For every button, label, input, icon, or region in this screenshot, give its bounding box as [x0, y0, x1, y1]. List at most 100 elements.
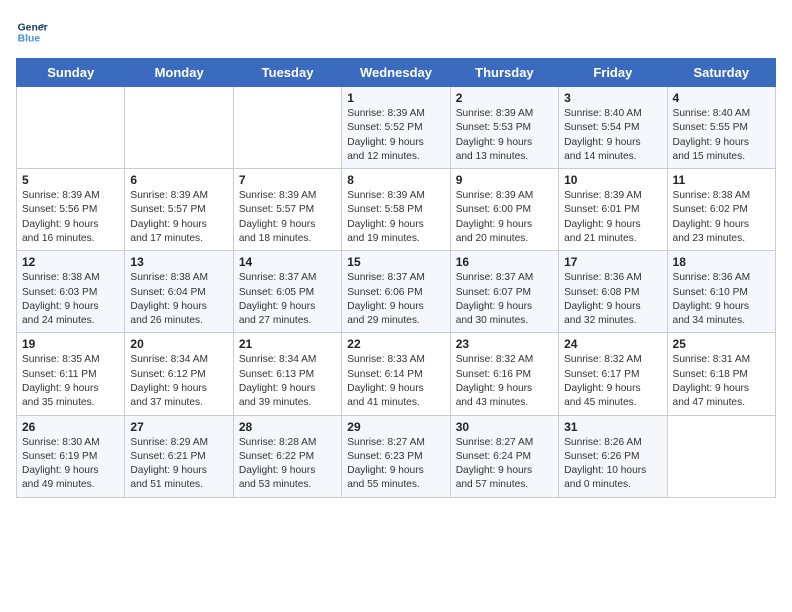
calendar-cell	[667, 415, 775, 497]
day-number: 16	[456, 255, 553, 269]
calendar-cell	[125, 87, 233, 169]
calendar-cell: 30 Sunrise: 8:27 AM Sunset: 6:24 PM Dayli…	[450, 415, 558, 497]
calendar-cell: 14 Sunrise: 8:37 AM Sunset: 6:05 PM Dayli…	[233, 251, 341, 333]
cell-content: Sunrise: 8:35 AM Sunset: 6:11 PM Dayligh…	[22, 353, 119, 410]
day-number: 26	[22, 420, 119, 434]
cell-content: Sunrise: 8:34 AM Sunset: 6:12 PM Dayligh…	[130, 353, 227, 410]
cell-content: Sunrise: 8:31 AM Sunset: 6:18 PM Dayligh…	[673, 353, 770, 410]
day-number: 25	[673, 337, 770, 351]
calendar-week-row: 12 Sunrise: 8:38 AM Sunset: 6:03 PM Dayli…	[17, 251, 776, 333]
weekday-header-sunday: Sunday	[17, 59, 125, 87]
cell-content: Sunrise: 8:26 AM Sunset: 6:26 PM Dayligh…	[564, 436, 661, 493]
day-number: 2	[456, 91, 553, 105]
day-number: 30	[456, 420, 553, 434]
day-number: 19	[22, 337, 119, 351]
day-number: 24	[564, 337, 661, 351]
cell-content: Sunrise: 8:38 AM Sunset: 6:04 PM Dayligh…	[130, 271, 227, 328]
weekday-header-thursday: Thursday	[450, 59, 558, 87]
day-number: 13	[130, 255, 227, 269]
svg-text:Blue: Blue	[18, 34, 41, 45]
day-number: 29	[347, 420, 444, 434]
calendar-cell: 23 Sunrise: 8:32 AM Sunset: 6:16 PM Dayli…	[450, 333, 558, 415]
cell-content: Sunrise: 8:37 AM Sunset: 6:07 PM Dayligh…	[456, 271, 553, 328]
day-number: 17	[564, 255, 661, 269]
day-number: 9	[456, 173, 553, 187]
cell-content: Sunrise: 8:27 AM Sunset: 6:24 PM Dayligh…	[456, 436, 553, 493]
day-number: 31	[564, 420, 661, 434]
day-number: 22	[347, 337, 444, 351]
calendar-cell: 25 Sunrise: 8:31 AM Sunset: 6:18 PM Dayli…	[667, 333, 775, 415]
day-number: 4	[673, 91, 770, 105]
calendar-cell: 10 Sunrise: 8:39 AM Sunset: 6:01 PM Dayli…	[559, 169, 667, 251]
day-number: 3	[564, 91, 661, 105]
calendar-cell: 31 Sunrise: 8:26 AM Sunset: 6:26 PM Dayli…	[559, 415, 667, 497]
cell-content: Sunrise: 8:30 AM Sunset: 6:19 PM Dayligh…	[22, 436, 119, 493]
calendar-cell: 5 Sunrise: 8:39 AM Sunset: 5:56 PM Daylig…	[17, 169, 125, 251]
page-header: General Blue	[16, 16, 776, 52]
logo: General Blue	[16, 16, 52, 48]
calendar-cell: 1 Sunrise: 8:39 AM Sunset: 5:52 PM Daylig…	[342, 87, 450, 169]
cell-content: Sunrise: 8:38 AM Sunset: 6:02 PM Dayligh…	[673, 189, 770, 246]
cell-content: Sunrise: 8:39 AM Sunset: 5:52 PM Dayligh…	[347, 107, 444, 164]
cell-content: Sunrise: 8:32 AM Sunset: 6:17 PM Dayligh…	[564, 353, 661, 410]
svg-text:General: General	[18, 22, 48, 33]
cell-content: Sunrise: 8:29 AM Sunset: 6:21 PM Dayligh…	[130, 436, 227, 493]
cell-content: Sunrise: 8:37 AM Sunset: 6:06 PM Dayligh…	[347, 271, 444, 328]
calendar-cell: 7 Sunrise: 8:39 AM Sunset: 5:57 PM Daylig…	[233, 169, 341, 251]
calendar-cell: 19 Sunrise: 8:35 AM Sunset: 6:11 PM Dayli…	[17, 333, 125, 415]
calendar-cell: 2 Sunrise: 8:39 AM Sunset: 5:53 PM Daylig…	[450, 87, 558, 169]
calendar-cell	[17, 87, 125, 169]
calendar-cell: 20Sunrise: 8:34 AM Sunset: 6:12 PM Dayli…	[125, 333, 233, 415]
calendar-cell: 3 Sunrise: 8:40 AM Sunset: 5:54 PM Daylig…	[559, 87, 667, 169]
calendar-cell: 4 Sunrise: 8:40 AM Sunset: 5:55 PM Daylig…	[667, 87, 775, 169]
cell-content: Sunrise: 8:39 AM Sunset: 6:01 PM Dayligh…	[564, 189, 661, 246]
calendar-week-row: 5 Sunrise: 8:39 AM Sunset: 5:56 PM Daylig…	[17, 169, 776, 251]
day-number: 18	[673, 255, 770, 269]
calendar-week-row: 19 Sunrise: 8:35 AM Sunset: 6:11 PM Dayli…	[17, 333, 776, 415]
calendar-cell: 27 Sunrise: 8:29 AM Sunset: 6:21 PM Dayli…	[125, 415, 233, 497]
calendar-week-row: 26 Sunrise: 8:30 AM Sunset: 6:19 PM Dayli…	[17, 415, 776, 497]
cell-content: Sunrise: 8:40 AM Sunset: 5:54 PM Dayligh…	[564, 107, 661, 164]
cell-content: Sunrise: 8:39 AM Sunset: 6:00 PM Dayligh…	[456, 189, 553, 246]
day-number: 12	[22, 255, 119, 269]
calendar-cell: 16 Sunrise: 8:37 AM Sunset: 6:07 PM Dayli…	[450, 251, 558, 333]
calendar-table: SundayMondayTuesdayWednesdayThursdayFrid…	[16, 58, 776, 498]
logo-icon: General Blue	[16, 16, 48, 48]
day-number: 27	[130, 420, 227, 434]
weekday-header-row: SundayMondayTuesdayWednesdayThursdayFrid…	[17, 59, 776, 87]
day-number: 11	[673, 173, 770, 187]
cell-content: Sunrise: 8:27 AM Sunset: 6:23 PM Dayligh…	[347, 436, 444, 493]
day-number: 21	[239, 337, 336, 351]
day-number: 5	[22, 173, 119, 187]
cell-content: Sunrise: 8:37 AM Sunset: 6:05 PM Dayligh…	[239, 271, 336, 328]
calendar-cell: 21 Sunrise: 8:34 AM Sunset: 6:13 PM Dayli…	[233, 333, 341, 415]
calendar-cell: 28Sunrise: 8:28 AM Sunset: 6:22 PM Dayli…	[233, 415, 341, 497]
cell-content: Sunrise: 8:39 AM Sunset: 5:56 PM Dayligh…	[22, 189, 119, 246]
day-number: 23	[456, 337, 553, 351]
calendar-cell: 11 Sunrise: 8:38 AM Sunset: 6:02 PM Dayli…	[667, 169, 775, 251]
day-number: 15	[347, 255, 444, 269]
cell-content: Sunrise: 8:39 AM Sunset: 5:57 PM Dayligh…	[239, 189, 336, 246]
day-number: 10	[564, 173, 661, 187]
cell-content: Sunrise: 8:38 AM Sunset: 6:03 PM Dayligh…	[22, 271, 119, 328]
calendar-cell: 22 Sunrise: 8:33 AM Sunset: 6:14 PM Dayli…	[342, 333, 450, 415]
weekday-header-friday: Friday	[559, 59, 667, 87]
cell-content: Sunrise: 8:34 AM Sunset: 6:13 PM Dayligh…	[239, 353, 336, 410]
cell-content: Sunrise: 8:39 AM Sunset: 5:53 PM Dayligh…	[456, 107, 553, 164]
cell-content: Sunrise: 8:39 AM Sunset: 5:58 PM Dayligh…	[347, 189, 444, 246]
cell-content: Sunrise: 8:40 AM Sunset: 5:55 PM Dayligh…	[673, 107, 770, 164]
day-number: 28	[239, 420, 336, 434]
day-number: 1	[347, 91, 444, 105]
calendar-cell: 6Sunrise: 8:39 AM Sunset: 5:57 PM Daylig…	[125, 169, 233, 251]
day-number: 14	[239, 255, 336, 269]
day-number: 8	[347, 173, 444, 187]
calendar-week-row: 1 Sunrise: 8:39 AM Sunset: 5:52 PM Daylig…	[17, 87, 776, 169]
day-number: 7	[239, 173, 336, 187]
cell-content: Sunrise: 8:36 AM Sunset: 6:08 PM Dayligh…	[564, 271, 661, 328]
cell-content: Sunrise: 8:32 AM Sunset: 6:16 PM Dayligh…	[456, 353, 553, 410]
cell-content: Sunrise: 8:33 AM Sunset: 6:14 PM Dayligh…	[347, 353, 444, 410]
calendar-cell	[233, 87, 341, 169]
calendar-cell: 26 Sunrise: 8:30 AM Sunset: 6:19 PM Dayli…	[17, 415, 125, 497]
day-number: 6	[130, 173, 227, 187]
calendar-cell: 9 Sunrise: 8:39 AM Sunset: 6:00 PM Daylig…	[450, 169, 558, 251]
